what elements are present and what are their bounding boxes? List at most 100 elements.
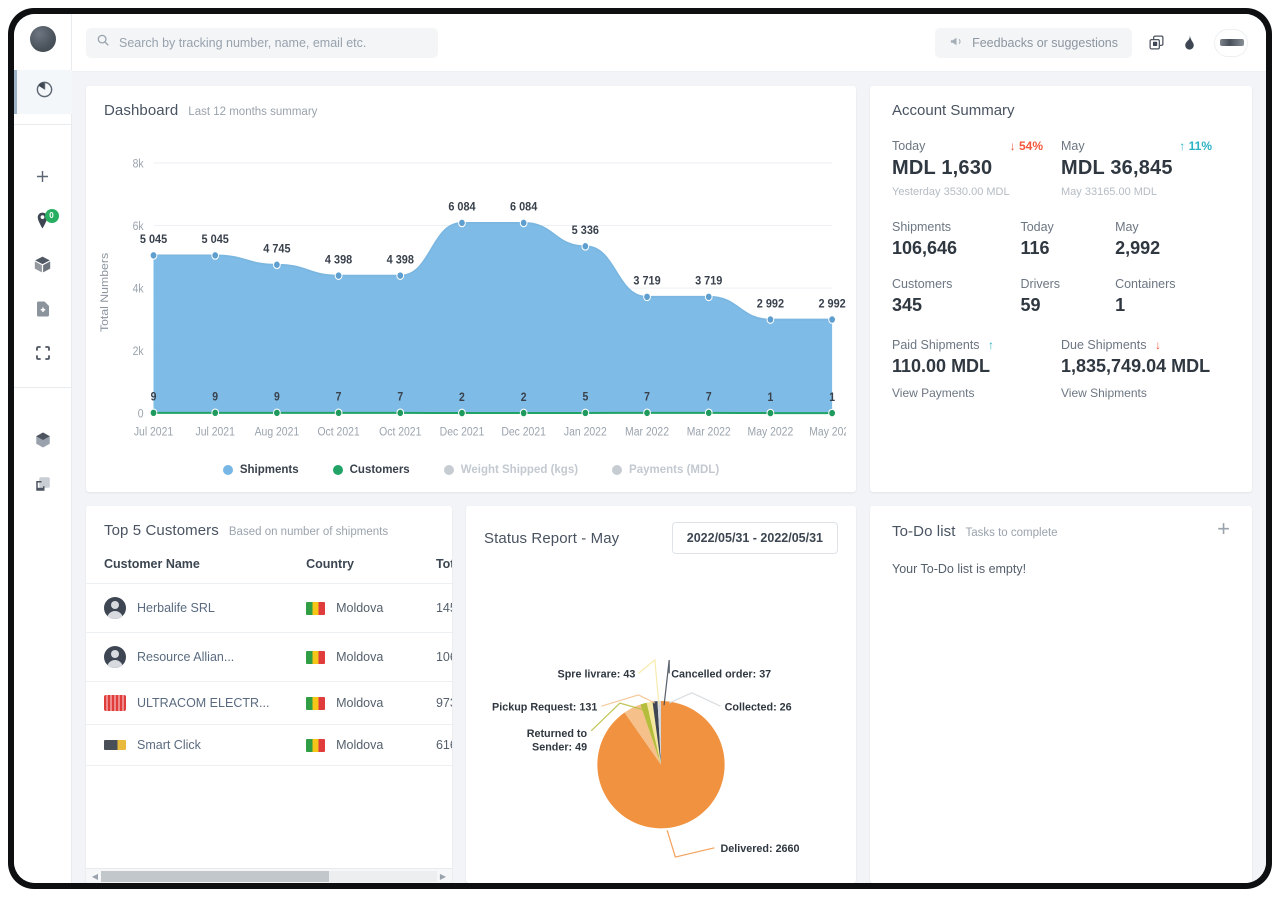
country-label: Moldova <box>336 601 383 615</box>
customer-name-link[interactable]: Smart Click <box>137 738 201 752</box>
account-shipments-total: Shipments 106,646 <box>892 220 1020 259</box>
account-paid-label-text: Paid Shipments <box>892 338 980 352</box>
chart-value-label: 7 <box>644 391 650 404</box>
pie-leader-line <box>667 830 714 857</box>
flame-icon[interactable] <box>1181 33 1198 52</box>
table-row[interactable]: Smart ClickMoldova6165 <box>86 725 452 766</box>
table-row[interactable]: Herbalife SRLMoldova14558 <box>86 584 452 633</box>
sidebar-item-dashboard[interactable] <box>14 70 72 114</box>
x-axis-tick: Dec 2021 <box>501 426 546 439</box>
legend-item-shipments[interactable]: Shipments <box>223 464 299 476</box>
scroll-right-arrow[interactable]: ▶ <box>437 872 449 881</box>
account-shipments-today-value: 116 <box>1020 238 1115 259</box>
account-month-block: May ↑ 11% MDL 36,845 May 33165.00 MDL <box>1061 139 1230 198</box>
customer-name-cell: ULTRACOM ELECTR... <box>86 682 306 725</box>
account-drivers-label: Drivers <box>1020 277 1115 291</box>
account-drivers: Drivers 59 <box>1020 277 1115 316</box>
avatar[interactable] <box>1214 29 1248 57</box>
status-pie-chart[interactable]: Delivered: 2660Pickup Request: 131Return… <box>466 554 856 883</box>
customer-name-link[interactable]: Resource Allian... <box>137 650 234 664</box>
country-cell: Moldova <box>306 633 436 682</box>
pie-slice-label: Delivered: 2660 <box>721 843 800 855</box>
legend-dot-icon <box>333 465 343 475</box>
area-chart[interactable]: 02k4k6k8k Total Numbers 5 04595 04594 74… <box>86 119 856 460</box>
legend-dot-icon <box>444 465 454 475</box>
bottom-row: Top 5 Customers Based on number of shipm… <box>86 506 1252 883</box>
scroll-left-arrow[interactable]: ◀ <box>89 872 101 881</box>
todo-empty-message: Your To-Do list is empty! <box>892 562 1230 576</box>
avatar-person-icon <box>104 646 126 668</box>
legend-item-customers[interactable]: Customers <box>333 464 410 476</box>
country-cell: Moldova <box>306 584 436 633</box>
sidebar-item-shipments[interactable] <box>14 245 72 289</box>
search-icon <box>96 33 110 52</box>
dashboard-subtitle: Last 12 months summary <box>188 106 317 118</box>
table-row[interactable]: ULTRACOM ELECTR...Moldova9734 <box>86 682 452 725</box>
account-shipments-today-label: Today <box>1020 220 1115 234</box>
legend-dot-icon <box>612 465 622 475</box>
chart-value-label: 9 <box>212 391 218 404</box>
app-screen: 0 <box>14 14 1266 883</box>
dashboard-content: Dashboard Last 12 months summary 02k4k6k… <box>72 72 1266 883</box>
sidebar-item-documents[interactable] <box>14 289 72 333</box>
legend-label: Shipments <box>240 464 299 476</box>
legend-label: Customers <box>350 464 410 476</box>
account-today-block: Today ↓ 54% MDL 1,630 Yesterday 3530.00 … <box>892 139 1061 198</box>
account-due-block: Due Shipments ↓ 1,835,749.04 MDL View Sh… <box>1061 338 1230 400</box>
sidebar-item-containers[interactable] <box>14 420 72 464</box>
plus-icon[interactable]: + <box>1217 522 1230 536</box>
app-logo[interactable] <box>30 26 56 52</box>
pickups-badge: 0 <box>45 209 59 223</box>
cube-icon <box>34 431 52 454</box>
view-shipments-link[interactable]: View Shipments <box>1061 386 1230 400</box>
search-input[interactable]: Search by tracking number, name, email e… <box>86 28 438 58</box>
x-axis-tick: Jul 2021 <box>196 426 235 439</box>
customer-name-link[interactable]: ULTRACOM ELECTR... <box>137 696 269 710</box>
chart-value-label: 3 719 <box>633 274 661 288</box>
scrollbar-track[interactable] <box>101 871 437 882</box>
todo-card: To-Do list Tasks to complete + Your To-D… <box>870 506 1252 883</box>
sidebar-item-archive[interactable] <box>14 464 72 508</box>
total-shipments-cell: 10604 <box>436 633 452 682</box>
legend-item-weight-shipped-kgs[interactable]: Weight Shipped (kgs) <box>444 464 578 476</box>
y-axis-tick: 6k <box>133 220 144 233</box>
chart-value-label: 4 745 <box>263 242 291 256</box>
horizontal-scrollbar[interactable]: ◀ ▶ <box>86 868 452 883</box>
top-customers-card: Top 5 Customers Based on number of shipm… <box>86 506 452 883</box>
feedback-button[interactable]: Feedbacks or suggestions <box>935 28 1132 58</box>
column-header[interactable]: Total Shipments <box>436 547 452 584</box>
sidebar-divider-2 <box>14 387 72 388</box>
scrollbar-thumb[interactable] <box>101 871 329 882</box>
sidebar-item-pickups[interactable]: 0 <box>14 201 72 245</box>
account-payments-row: Paid Shipments ↑ 110.00 MDL View Payment… <box>892 338 1230 400</box>
account-today-delta: ↓ 54% <box>1010 139 1061 153</box>
sidebar-item-scan[interactable] <box>14 333 72 377</box>
table-row[interactable]: Resource Allian... Moldova10604 <box>86 633 452 682</box>
copy-icon[interactable] <box>1148 34 1165 51</box>
legend-item-payments-mdl[interactable]: Payments (MDL) <box>612 464 719 476</box>
top-customers-subtitle: Based on number of shipments <box>229 526 388 538</box>
account-paid-value: 110.00 MDL <box>892 356 1061 377</box>
status-report-card: Status Report - May 2022/05/31 - 2022/05… <box>466 506 856 883</box>
date-range-input[interactable]: 2022/05/31 - 2022/05/31 <box>672 522 838 554</box>
sidebar-item-add[interactable] <box>14 157 72 201</box>
scan-icon <box>34 344 52 367</box>
top-bar: Search by tracking number, name, email e… <box>72 14 1266 72</box>
column-header[interactable]: Customer Name <box>86 547 306 584</box>
chart-value-label: 7 <box>397 391 403 404</box>
pie-leader-line <box>664 660 669 705</box>
todo-title: To-Do list <box>892 523 956 540</box>
customer-name-link[interactable]: Herbalife SRL <box>137 601 215 615</box>
table-header-row: Customer NameCountryTotal Shipments <box>86 547 452 584</box>
view-payments-link[interactable]: View Payments <box>892 386 1061 400</box>
account-month-delta-value: 11% <box>1189 139 1212 153</box>
pie-slice-label: Cancelled order: 37 <box>671 668 771 680</box>
pie-slice-label: Sender: 49 <box>532 741 587 753</box>
pie-slice-label: Collected: 26 <box>725 701 792 713</box>
search-placeholder: Search by tracking number, name, email e… <box>119 36 366 50</box>
moldova-flag-icon <box>306 739 325 752</box>
chart-value-label: 9 <box>274 391 280 404</box>
column-header[interactable]: Country <box>306 547 436 584</box>
moldova-flag-icon <box>306 697 325 710</box>
pie-slice-label: Pickup Request: 131 <box>492 701 597 713</box>
